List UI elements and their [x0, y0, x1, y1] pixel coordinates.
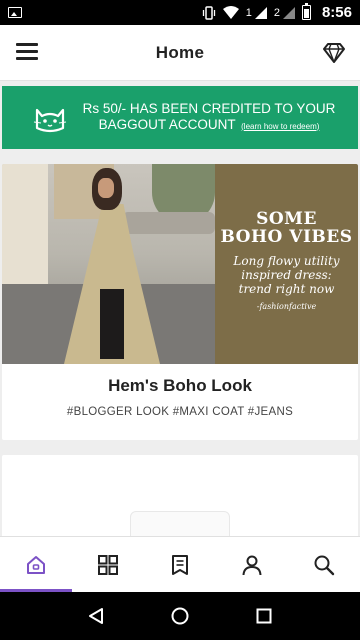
- feature-photo: [2, 164, 215, 364]
- wifi-icon: [222, 6, 239, 19]
- diamond-icon[interactable]: [322, 42, 346, 64]
- promo-subtitle: Long flowy utility inspired dress: trend…: [233, 254, 340, 296]
- promo-credit: -fashionfactive: [256, 302, 317, 311]
- bookmark-list-icon: [172, 554, 188, 575]
- home-circle-icon[interactable]: [170, 606, 190, 626]
- tab-profile[interactable]: [216, 537, 288, 592]
- tab-home[interactable]: [0, 537, 72, 592]
- grid-icon: [98, 554, 118, 575]
- tab-saved[interactable]: [144, 537, 216, 592]
- recents-square-icon[interactable]: [254, 606, 274, 626]
- promo-title-line1: SOME: [256, 209, 317, 229]
- promo-title-line2: BOHO VIBES: [220, 227, 353, 247]
- tab-categories[interactable]: [72, 537, 144, 592]
- cat-icon: [33, 108, 67, 132]
- bottom-nav: [0, 536, 360, 592]
- image-notification-icon: [8, 7, 22, 18]
- hamburger-menu-icon[interactable]: [16, 43, 38, 61]
- search-icon: [314, 555, 335, 575]
- status-bar: 1 2 8:56: [0, 0, 360, 25]
- vibrate-icon: [202, 5, 215, 20]
- app-bar: Home: [0, 25, 360, 81]
- loading-card[interactable]: [2, 455, 358, 545]
- tab-search[interactable]: [288, 537, 360, 592]
- system-nav-bar: [0, 592, 360, 640]
- promo-panel: SOME BOHO VIBES Long flowy utility inspi…: [215, 164, 358, 364]
- page-title: Home: [155, 42, 205, 62]
- signal-icon: [282, 6, 295, 19]
- credit-message: Rs 50/- HAS BEEN CREDITED TO YOUR BAGGOU…: [70, 101, 358, 135]
- sim1-label: 1: [245, 6, 252, 19]
- home-icon: [27, 555, 45, 574]
- look-title: Hem's Boho Look: [108, 376, 252, 395]
- look-tags: #BLOGGER LOOK #MAXI COAT #JEANS: [66, 406, 294, 418]
- signal-icon: [254, 6, 267, 19]
- feature-card[interactable]: SOME BOHO VIBES Long flowy utility inspi…: [2, 164, 358, 440]
- clock: 8:56: [321, 4, 352, 21]
- profile-icon: [242, 555, 262, 575]
- redeem-link[interactable]: (learn how to redeem): [241, 122, 319, 131]
- sim2-label: 2: [273, 6, 280, 19]
- signal-sim1: 1: [245, 6, 267, 19]
- credit-banner[interactable]: Rs 50/- HAS BEEN CREDITED TO YOUR BAGGOU…: [2, 86, 358, 149]
- signal-sim2: 2: [273, 6, 295, 19]
- battery-icon: [301, 3, 311, 20]
- back-triangle-icon[interactable]: [86, 606, 106, 626]
